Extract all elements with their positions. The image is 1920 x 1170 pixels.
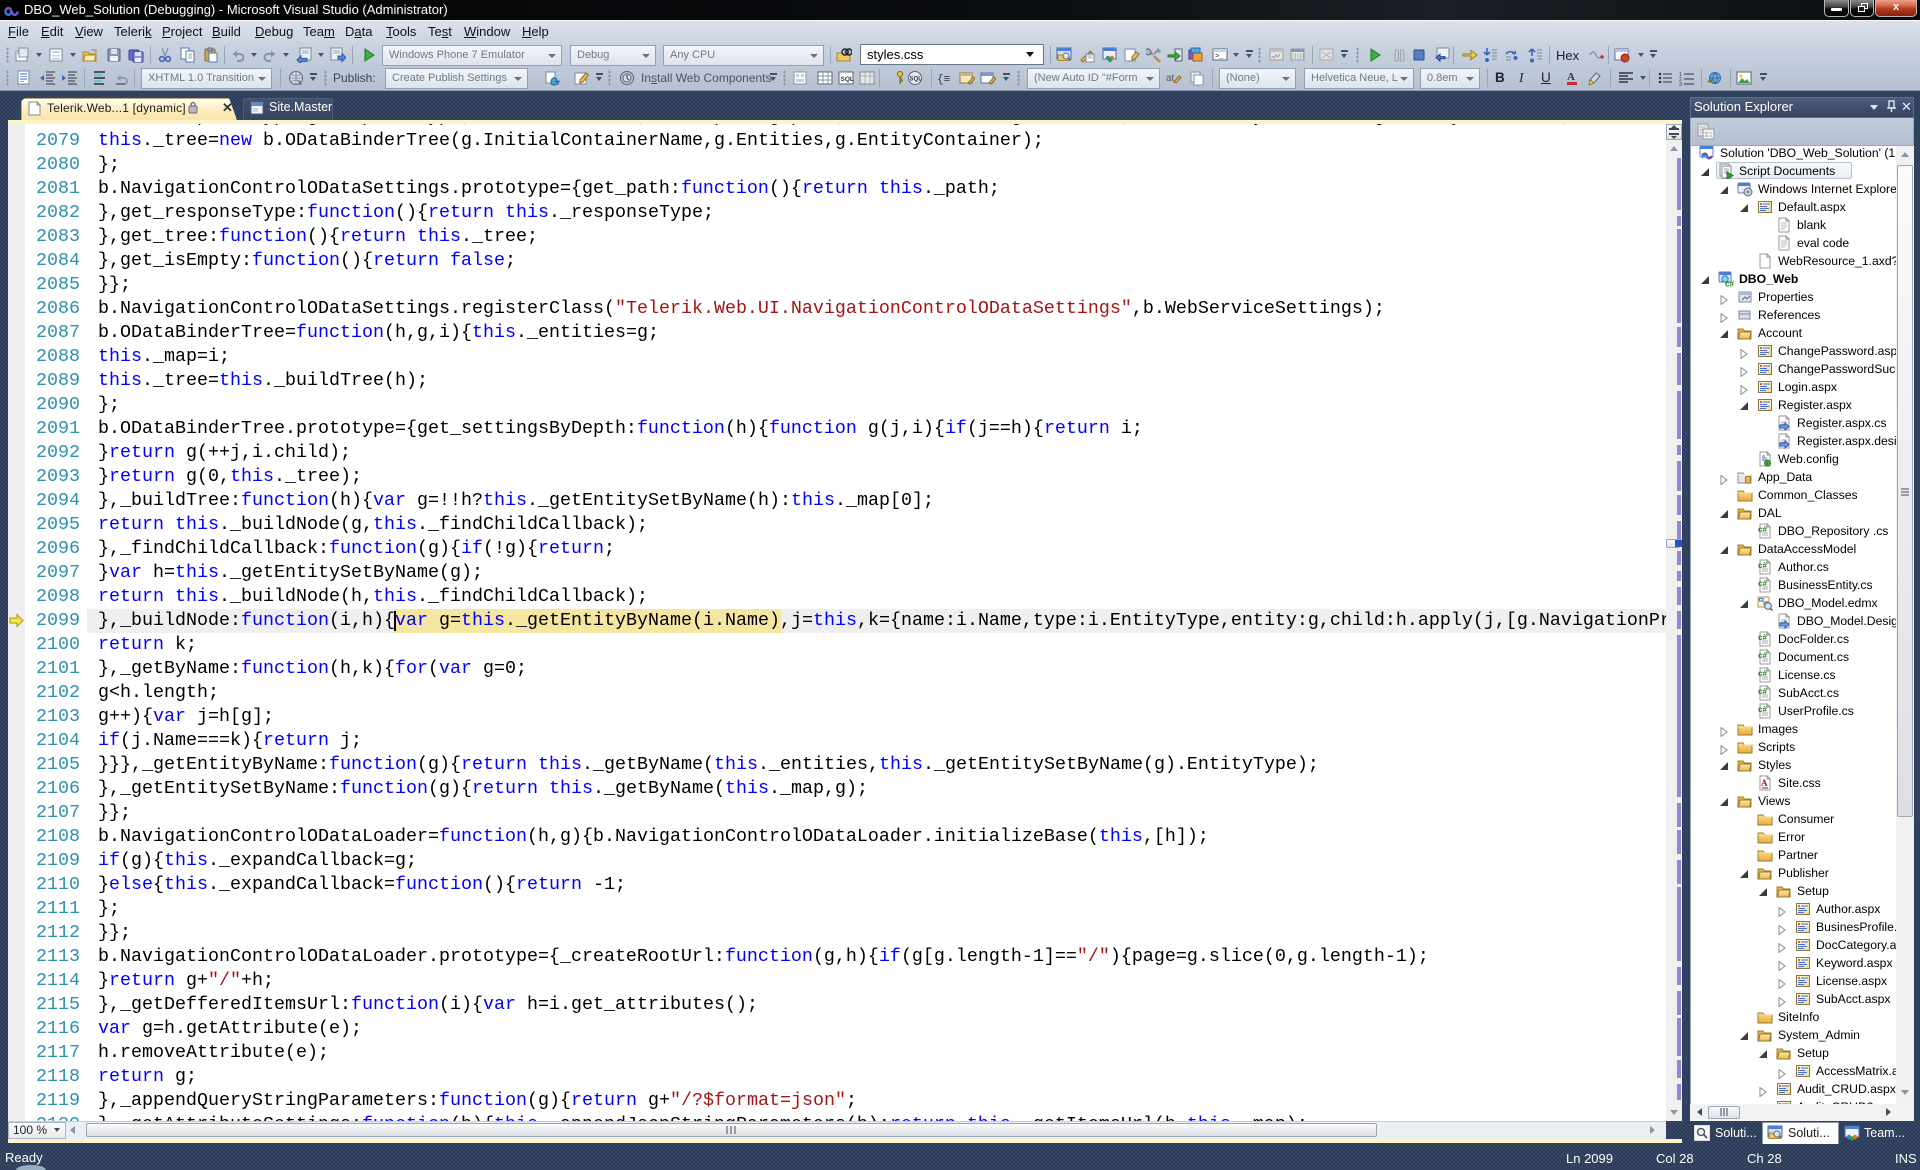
svg-text:>_: >_ xyxy=(1215,53,1224,61)
svg-text:3: 3 xyxy=(1679,82,1682,86)
svg-text:c#: c# xyxy=(1758,561,1767,570)
svg-text:c#: c# xyxy=(1758,669,1767,678)
svg-text:c#: c# xyxy=(1758,525,1767,534)
svg-text:c#: c# xyxy=(1758,633,1767,642)
svg-text:c#: c# xyxy=(1758,705,1767,714)
svg-text:c#: c# xyxy=(1758,687,1767,696)
svg-text:A: A xyxy=(1567,71,1575,83)
svg-text:SQL: SQL xyxy=(841,76,854,83)
svg-text:c#: c# xyxy=(1758,579,1767,588)
svg-text:{≡: {≡ xyxy=(937,74,950,86)
svg-text:SQL: SQL xyxy=(910,77,923,83)
svg-text:c#: c# xyxy=(1725,280,1734,288)
svg-text:c#: c# xyxy=(1758,651,1767,660)
svg-text:A: A xyxy=(1761,778,1768,788)
svg-text:at: at xyxy=(1166,73,1175,84)
